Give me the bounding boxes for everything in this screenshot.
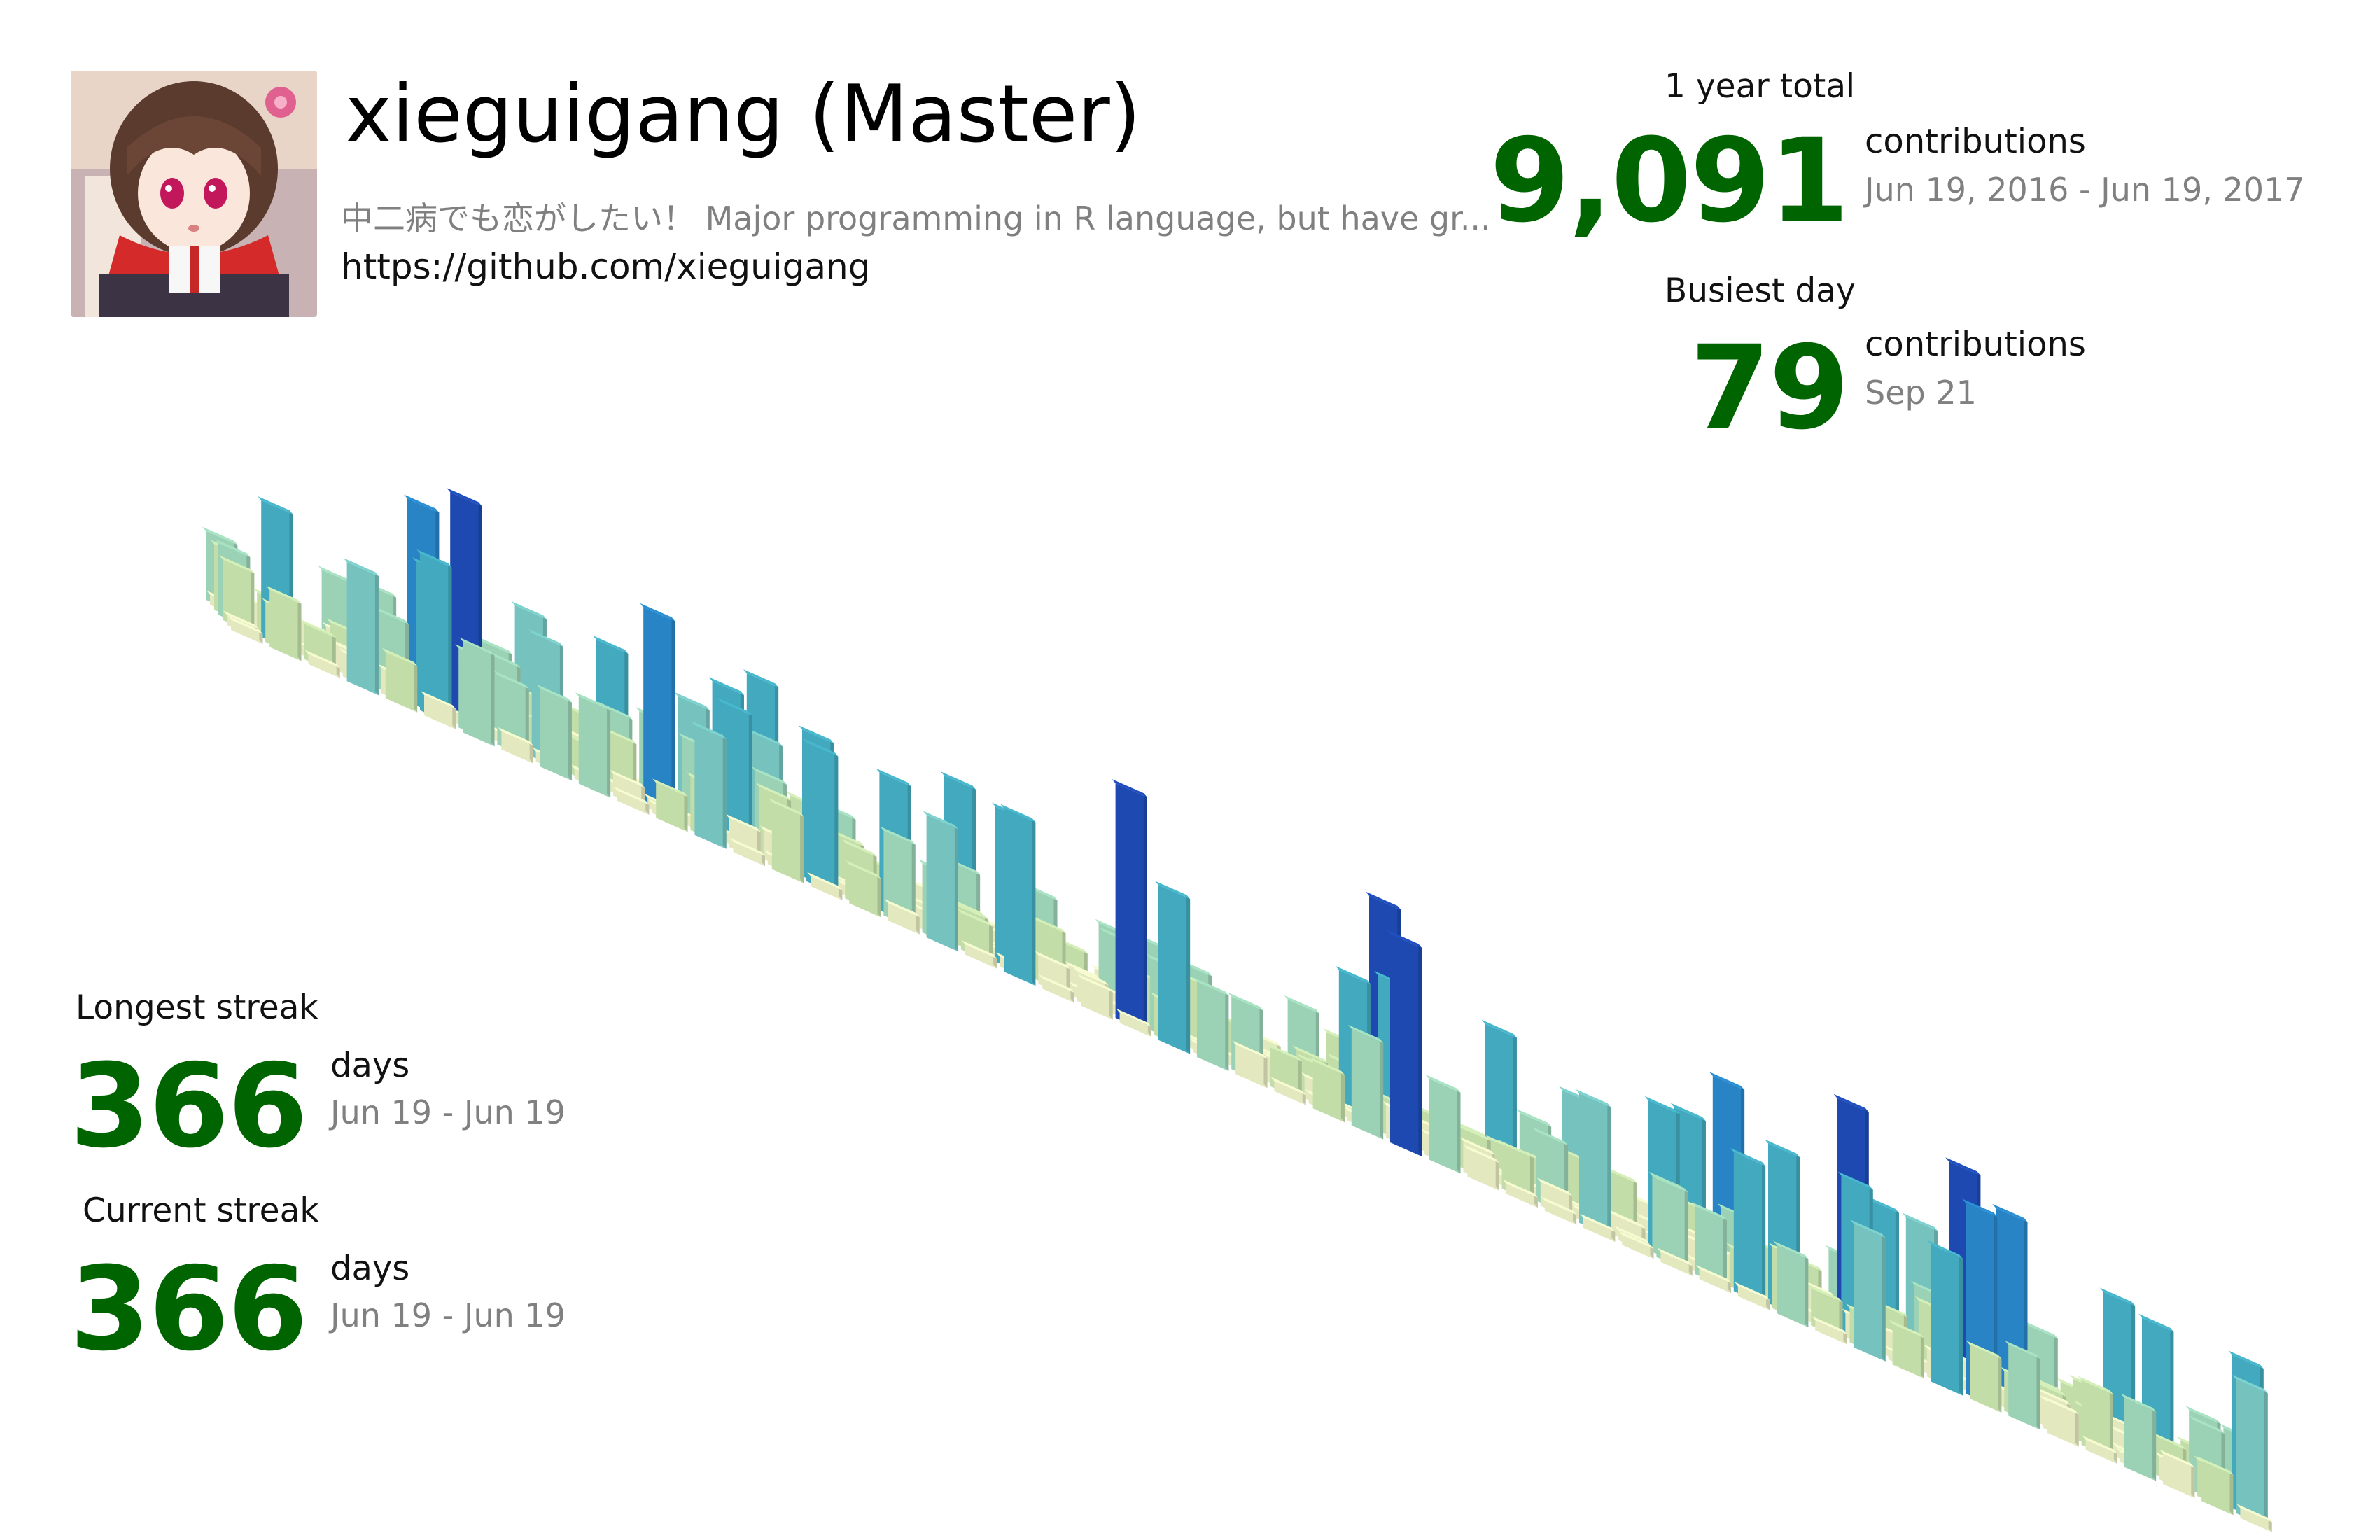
contribution-bar	[1723, 1216, 1727, 1288]
contribution-bar	[834, 752, 839, 895]
contribution-bar	[1143, 793, 1147, 1032]
contribution-bar	[1777, 1245, 1809, 1327]
contribution-bar	[578, 696, 611, 798]
contribution-bar	[1579, 1093, 1611, 1237]
contribution-bar	[2264, 1389, 2268, 1527]
contribution-bar	[491, 651, 495, 747]
contribution-bar	[1390, 934, 1422, 1156]
contribution-bar	[722, 735, 727, 849]
contribution-isometric-chart	[202, 488, 2272, 1532]
contribution-bar	[806, 742, 839, 895]
contribution-bar	[2191, 1463, 2195, 1498]
contribution-bar	[1109, 988, 1113, 1020]
contribution-bar	[1959, 1254, 1963, 1396]
contribution-bar	[2230, 1471, 2234, 1516]
contribution-bar	[346, 562, 379, 696]
contribution-bar	[694, 724, 727, 849]
contribution-bar	[954, 825, 958, 952]
contribution-bar	[1805, 1254, 1809, 1327]
contribution-bar	[1351, 1028, 1384, 1140]
contribution-bar	[1418, 944, 1422, 1156]
contribution-bar	[2036, 1354, 2040, 1430]
contribution-bar	[1931, 1245, 1963, 1396]
contribution-bar	[800, 812, 804, 883]
contribution-bar	[926, 815, 958, 952]
contribution-bar	[671, 617, 676, 817]
contribution-bar	[1882, 1233, 1886, 1362]
contribution-bar	[2075, 1410, 2079, 1447]
contribution-bar	[684, 792, 688, 832]
contribution-bar	[1004, 808, 1036, 986]
contribution-bar	[771, 802, 804, 883]
contribution-bar	[1457, 1088, 1461, 1174]
contribution-bar	[1733, 1152, 1766, 1306]
contribution-bar	[607, 706, 611, 798]
contribution-bar	[448, 563, 452, 724]
contribution-bar	[1684, 1188, 1688, 1271]
contribution-bar	[298, 599, 302, 662]
contribution-bar	[1920, 1334, 1924, 1379]
contribution-bar	[374, 572, 379, 696]
contribution-bar	[414, 662, 418, 713]
contribution-bar	[1225, 991, 1229, 1071]
contribution-bar	[1762, 1161, 1766, 1306]
contribution-bar	[1854, 1224, 1886, 1362]
contribution-bar	[1186, 895, 1191, 1054]
contribution-bar	[1032, 818, 1036, 986]
contribution-bar	[2124, 1397, 2157, 1481]
contribution-bar	[2152, 1407, 2157, 1481]
contribution-bar	[540, 688, 572, 781]
contribution-bar	[2236, 1379, 2268, 1527]
contribution-bar	[1495, 1158, 1499, 1191]
contribution-bar	[1115, 783, 1147, 1032]
contribution-bar	[463, 641, 495, 747]
contribution-bar	[1380, 1038, 1384, 1140]
contribution-bar	[1197, 981, 1229, 1071]
contribution-bar	[1158, 885, 1191, 1054]
contribution-bar	[877, 874, 881, 918]
contribution-bar	[1340, 1070, 1345, 1123]
contribution-bar	[1429, 1078, 1461, 1174]
contribution-bar	[2008, 1345, 2040, 1430]
contribution-bar	[1998, 1354, 2002, 1413]
contribution-bar	[1264, 1054, 1268, 1088]
contribution-bar	[568, 698, 572, 781]
contribution-bar	[1607, 1102, 1611, 1237]
